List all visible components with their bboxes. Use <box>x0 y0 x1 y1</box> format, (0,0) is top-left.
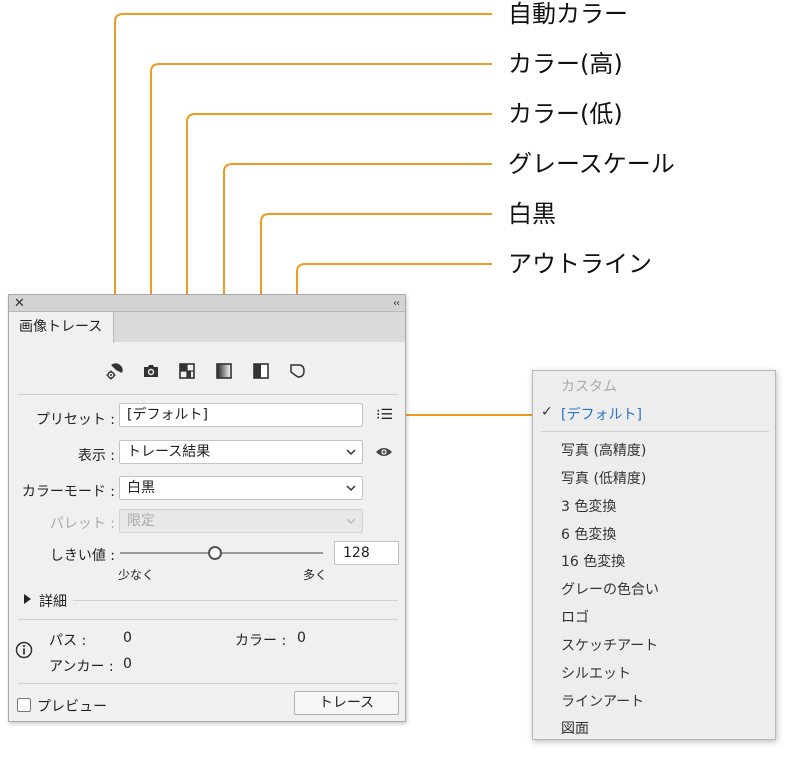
paths-value: 0 <box>123 630 132 646</box>
threshold-slider-thumb[interactable] <box>208 546 223 560</box>
threshold-max-label: 多く <box>303 568 328 582</box>
callout-low-color: カラー(低) <box>508 100 623 128</box>
chevron-down-icon <box>346 485 356 492</box>
panel-titlebar: ✕ ‹‹ <box>9 295 405 312</box>
callout-outline: アウトライン <box>508 250 652 278</box>
separator <box>73 600 398 601</box>
advanced-toggle-label[interactable]: 詳細 <box>39 591 67 611</box>
preset-value: [デフォルト] <box>127 407 208 423</box>
threshold-input[interactable]: 128 <box>334 541 399 565</box>
image-trace-panel: ✕ ‹‹ 画像トレース プリセット: [デフォルト] ⁝☰ 表示: トレース… <box>8 294 406 722</box>
menu-separator <box>541 431 769 432</box>
callout-auto-color: 自動カラー <box>508 0 628 28</box>
menu-item-16-colors[interactable]: 16 色変換 <box>561 551 625 571</box>
chevron-down-icon <box>346 449 356 456</box>
callout-high-color: カラー(高) <box>508 50 623 78</box>
collapse-icon[interactable]: ‹‹ <box>393 295 400 312</box>
preview-checkbox[interactable] <box>17 698 31 712</box>
anchors-value: 0 <box>123 656 132 672</box>
chevron-down-icon <box>346 518 356 525</box>
panel-tab-strip: 画像トレース <box>9 312 405 343</box>
menu-item-custom: カスタム <box>561 379 617 395</box>
view-label: 表示 : <box>77 448 115 464</box>
close-icon[interactable]: ✕ <box>14 295 25 312</box>
separator <box>18 683 398 684</box>
anchors-label: アンカー : <box>49 659 114 675</box>
camera-icon[interactable] <box>141 361 161 381</box>
outline-icon[interactable] <box>287 361 307 381</box>
view-dropdown[interactable]: トレース結果 <box>119 440 363 464</box>
preset-list-icon[interactable]: ⁝☰ <box>376 407 393 423</box>
threshold-label: しきい値 : <box>49 548 115 564</box>
menu-item-photo-high[interactable]: 写真 (高精度) <box>561 440 646 460</box>
palette-dropdown: 限定 <box>119 509 363 533</box>
separator <box>18 394 398 395</box>
color-mode-value: 白黒 <box>127 480 155 496</box>
trace-button[interactable]: トレース <box>294 691 399 715</box>
menu-item-6-colors[interactable]: 6 色変換 <box>561 524 616 544</box>
grayscale-icon[interactable] <box>214 361 234 381</box>
colors-value: 0 <box>297 630 306 646</box>
preset-label: プリセット : <box>35 412 115 428</box>
black-white-icon[interactable] <box>251 361 271 381</box>
palette-value: 限定 <box>127 513 155 529</box>
colors-label: カラー : <box>235 633 287 649</box>
menu-item-technical-drawing[interactable]: 図面 <box>561 718 589 738</box>
callout-grayscale: グレースケール <box>508 150 675 178</box>
callout-black-white: 白黒 <box>508 200 556 228</box>
low-color-icon[interactable] <box>177 361 197 381</box>
tab-image-trace[interactable]: 画像トレース <box>9 312 114 343</box>
eye-icon[interactable] <box>375 446 393 458</box>
menu-item-silhouettes[interactable]: シルエット <box>561 663 631 683</box>
menu-item-line-art[interactable]: ラインアート <box>561 691 644 711</box>
preview-label: プレビュー <box>37 699 107 715</box>
menu-item-sketch-art[interactable]: スケッチアート <box>561 635 658 655</box>
menu-item-shades-of-gray[interactable]: グレーの色合い <box>561 579 659 599</box>
menu-item-logo[interactable]: ロゴ <box>561 607 589 627</box>
threshold-min-label: 少なく <box>118 568 155 582</box>
color-mode-dropdown[interactable]: 白黒 <box>119 476 363 500</box>
disclosure-triangle-icon[interactable] <box>23 593 33 605</box>
menu-item-3-colors[interactable]: 3 色変換 <box>561 496 616 516</box>
view-value: トレース結果 <box>127 444 211 460</box>
preset-dropdown[interactable]: [デフォルト] <box>119 403 363 427</box>
palette-label: パレット : <box>49 516 115 532</box>
menu-item-default[interactable]: [デフォルト] <box>561 404 642 424</box>
paths-label: パス : <box>49 633 87 649</box>
preset-popup-menu: カスタム ✓ [デフォルト] 写真 (高精度) 写真 (低精度) 3 色変換 6… <box>532 370 776 740</box>
separator <box>18 619 398 620</box>
checkmark-icon: ✓ <box>541 404 553 420</box>
info-icon <box>15 641 33 659</box>
color-mode-label: カラーモード : <box>21 484 115 500</box>
menu-item-photo-low[interactable]: 写真 (低精度) <box>561 468 646 488</box>
auto-color-icon[interactable] <box>105 361 125 381</box>
